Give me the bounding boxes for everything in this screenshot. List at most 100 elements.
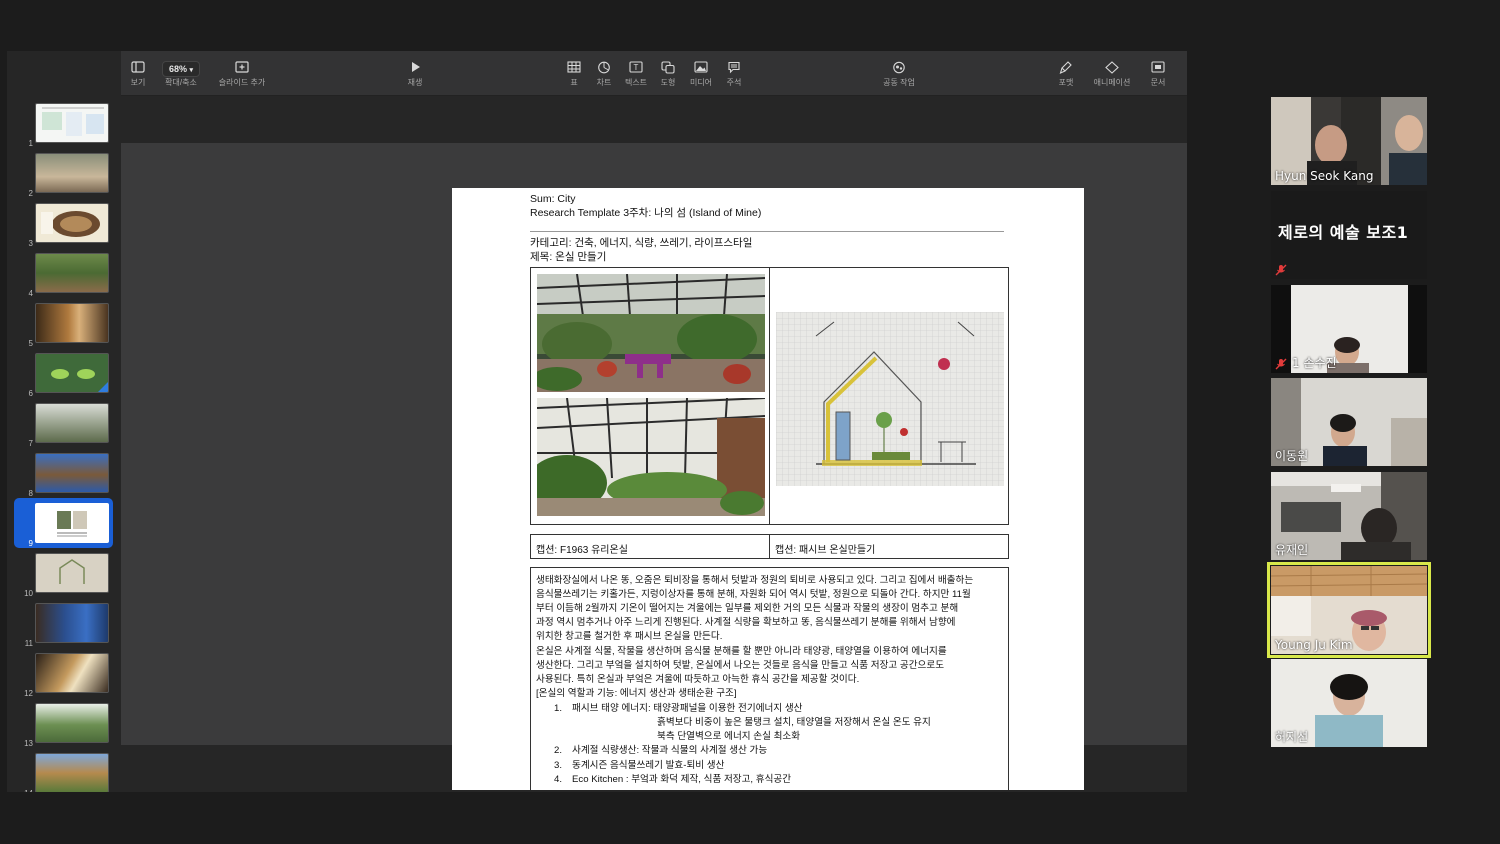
desc-line: 사용된다. 특히 온실과 부엌은 겨울에 따듯하고 아늑한 휴식 공간을 제공할… <box>536 674 860 685</box>
slide-preview <box>35 453 109 493</box>
description-box[interactable]: 생태화장실에서 나온 똥, 오줌은 퇴비장을 통해서 텃밭과 정원의 퇴비로 사… <box>530 567 1009 790</box>
current-slide[interactable]: Sum: City Research Template 3주차: 나의 섬 (I… <box>452 188 1084 790</box>
slide-number: 11 <box>24 639 33 648</box>
shape-button[interactable]: 도형 <box>659 61 677 93</box>
zoom-menu[interactable]: 68% ▾ 확대/축소 <box>159 61 203 93</box>
slide-preview <box>35 353 109 393</box>
list-item: 북측 단열벽으로 에너지 손실 최소화 <box>657 731 801 742</box>
photo-icon <box>688 61 714 77</box>
slide-subject[interactable]: 제목: 온실 만들기 <box>530 250 606 264</box>
media-button[interactable]: 미디어 <box>688 61 714 93</box>
passive-greenhouse-sketch[interactable] <box>776 312 1004 486</box>
sidebar-icon <box>129 61 147 77</box>
microphone-muted-icon <box>1275 264 1287 276</box>
slide-thumbnail-12[interactable]: 12 <box>7 651 121 699</box>
slide-thumbnail-13[interactable]: 13 <box>7 701 121 749</box>
participant-name: 1 손수진 <box>1292 356 1337 370</box>
participant-video-3[interactable]: 1 손수진 <box>1271 285 1427 373</box>
add-slide-icon <box>217 61 267 77</box>
play-button[interactable]: 재생 <box>407 61 423 93</box>
slide-number: 10 <box>24 589 33 598</box>
slide-thumbnail-3[interactable]: 3 <box>7 201 121 249</box>
participant-video-6[interactable]: Young Ju Kim <box>1267 562 1431 658</box>
slide-thumbnail-9[interactable]: 9 <box>7 498 121 549</box>
caption-left[interactable]: 캡션: F1963 유리온실 <box>536 541 628 556</box>
slide-number: 2 <box>28 189 33 198</box>
zoom-value[interactable]: 68% ▾ <box>161 61 201 77</box>
slide-number: 5 <box>28 339 33 348</box>
slide-thumbnail-10[interactable]: 10 <box>7 551 121 599</box>
participant-name: Young Ju Kim <box>1275 638 1353 652</box>
caption-right[interactable]: 캡션: 패시브 온실만들기 <box>775 541 875 556</box>
collaborate-button[interactable]: 공동 작업 <box>877 61 921 93</box>
toolbar: 보기 68% ▾ 확대/축소 슬라이드 추가 재생 표 차트 T 텍스트 도형 … <box>121 51 1187 96</box>
animate-button[interactable]: 애니메이션 <box>1091 61 1133 93</box>
list-item: Eco Kitchen : 부엌과 화덕 제작, 식품 저장고, 휴식공간 <box>572 774 792 785</box>
participant-video-4[interactable]: 이동원 <box>1271 378 1427 466</box>
text-box-icon: T <box>623 61 649 77</box>
slide-preview <box>35 553 109 593</box>
table-button[interactable]: 표 <box>565 61 583 93</box>
view-button[interactable]: 보기 <box>129 61 147 93</box>
comment-icon <box>724 61 744 77</box>
chart-button[interactable]: 차트 <box>595 61 613 93</box>
slide-thumbnail-6[interactable]: 6 <box>7 351 121 399</box>
slide-number: 4 <box>28 289 33 298</box>
participant-name: Hyun Seok Kang <box>1275 169 1374 183</box>
figure-table[interactable] <box>530 267 1009 525</box>
list-item: 사계절 식량생산: 작물과 식물의 사계절 생산 가능 <box>572 745 768 756</box>
document-button[interactable]: 문서 <box>1149 61 1167 93</box>
slide-thumbnail-4[interactable]: 4 <box>7 251 121 299</box>
animate-icon <box>1091 61 1133 77</box>
caption-table[interactable]: 캡션: F1963 유리온실 캡션: 패시브 온실만들기 <box>530 534 1009 559</box>
slide-thumbnail-14[interactable]: 14 <box>7 751 121 792</box>
list-item: 패시브 태양 에너지: 태양광패널을 이용한 전기에너지 생산 <box>572 703 803 714</box>
participant-name: 유재인 <box>1275 543 1309 557</box>
slide-number: 3 <box>28 239 33 248</box>
play-icon <box>407 61 423 77</box>
slide-category[interactable]: 카테고리: 건축, 에너지, 식량, 쓰레기, 라이프스타일 <box>530 236 752 250</box>
slide-navigator[interactable]: 1 2 3 4 5 6 7 8 9 10 11 12 13 <box>7 51 121 792</box>
comment-button[interactable]: 주석 <box>724 61 744 93</box>
slide-number: 13 <box>24 739 33 748</box>
text-button[interactable]: T 텍스트 <box>623 61 649 93</box>
slide-thumbnail-7[interactable]: 7 <box>7 401 121 449</box>
slide-thumbnail-11[interactable]: 11 <box>7 601 121 649</box>
add-slide-button[interactable]: 슬라이드 추가 <box>217 61 267 93</box>
chevron-down-icon: ▾ <box>189 67 194 74</box>
desc-line: 생산한다. 그리고 부엌을 설치하여 텃밭, 온실에서 나오는 것들로 음식을 … <box>536 660 945 671</box>
paintbrush-icon <box>1057 61 1075 77</box>
greenhouse-photo-1[interactable] <box>537 274 765 392</box>
greenhouse-photo-2[interactable] <box>537 398 765 516</box>
participant-name: 이동원 <box>1275 449 1309 463</box>
keynote-window: 1 2 3 4 5 6 7 8 9 10 11 12 13 보기 68% ▾ 확… <box>7 51 1187 792</box>
document-icon <box>1149 61 1167 77</box>
participant-video-1[interactable]: Hyun Seok Kang <box>1271 97 1427 185</box>
participant-video-7[interactable]: 허지선 <box>1271 659 1427 747</box>
format-button[interactable]: 포맷 <box>1057 61 1075 93</box>
desc-line: 음식물쓰레기는 키홀가든, 지렁이상자를 통해 분해, 자원화 되어 역시 텃밭… <box>536 589 971 600</box>
participant-video-2[interactable]: 제로의 예술 보조1 <box>1271 191 1427 279</box>
slide-thumbnail-1[interactable]: 1 <box>7 101 121 149</box>
slide-title-line-1[interactable]: Sum: City <box>530 192 576 206</box>
list-number: 1. <box>554 703 563 714</box>
slide-number: 9 <box>28 539 33 548</box>
slide-number: 6 <box>28 389 33 398</box>
slide-thumbnail-5[interactable]: 5 <box>7 301 121 349</box>
slide-canvas[interactable]: Sum: City Research Template 3주차: 나의 섬 (I… <box>121 96 1187 792</box>
participant-video-5[interactable]: 유재인 <box>1271 472 1427 560</box>
slide-thumbnail-8[interactable]: 8 <box>7 451 121 499</box>
slide-title-line-2[interactable]: Research Template 3주차: 나의 섬 (Island of M… <box>530 206 761 220</box>
list-item: 흙벽보다 비중이 높은 물탱크 설치, 태양열을 저장해서 온실 온도 유지 <box>657 717 931 728</box>
list-number: 2. <box>554 745 563 756</box>
slide-preview <box>35 303 109 343</box>
slide-number: 7 <box>28 439 33 448</box>
shape-icon <box>659 61 677 77</box>
slide-preview <box>35 203 109 243</box>
list-item: 동계시즌 음식물쓰레기 발효-퇴비 생산 <box>572 760 725 771</box>
microphone-muted-icon <box>1275 358 1287 370</box>
desc-line: 과정 역시 멈추거나 아주 느리게 진행된다. 사계절 식량을 확보하고 똥, … <box>536 617 956 628</box>
desc-line: 위치한 창고를 철거한 후 패시브 온실을 만든다. <box>536 631 723 642</box>
table-icon <box>565 61 583 77</box>
slide-thumbnail-2[interactable]: 2 <box>7 151 121 199</box>
